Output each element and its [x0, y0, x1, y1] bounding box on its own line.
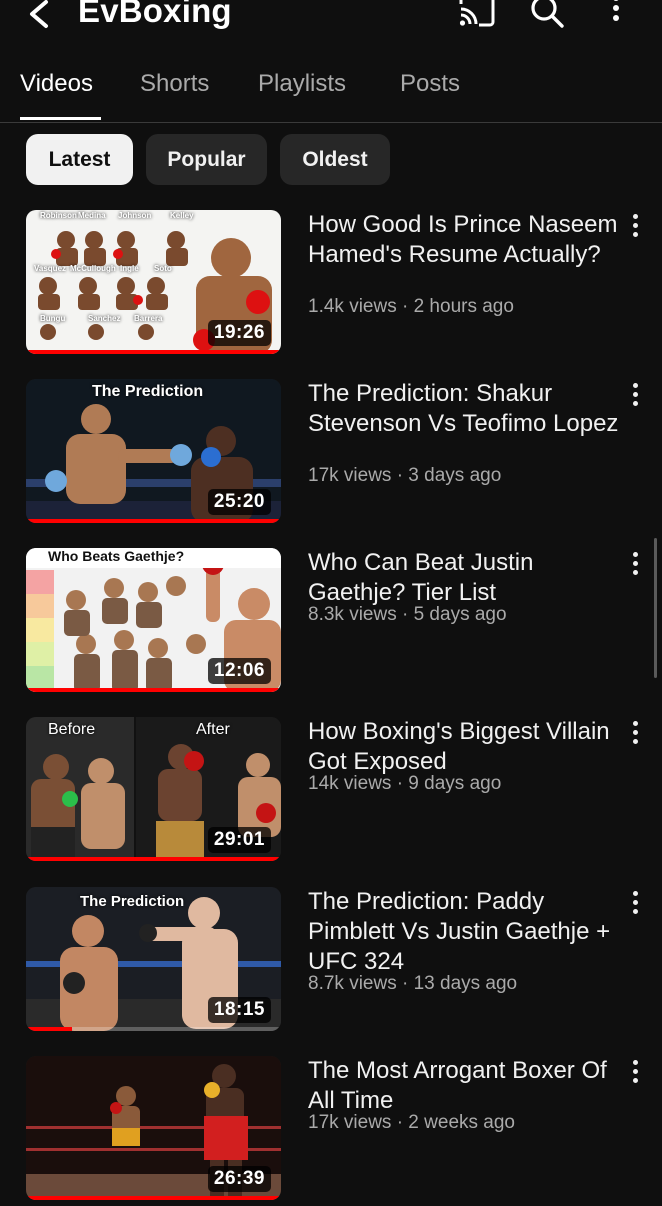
thumbnail-label: Kelley — [170, 211, 194, 220]
duration-badge: 29:01 — [207, 827, 271, 853]
filter-chip-latest[interactable]: Latest — [26, 134, 133, 185]
video-item[interactable]: Robinson Medina Johnson Kelley Vasquez M… — [0, 210, 662, 360]
video-more-icon[interactable] — [630, 214, 642, 240]
video-title[interactable]: How Good Is Prince Naseem Hamed's Resume… — [308, 210, 624, 270]
watch-progress-bar — [26, 1196, 281, 1200]
duration-badge: 26:39 — [207, 1166, 271, 1192]
video-thumbnail[interactable]: Before After 29:01 — [26, 717, 281, 861]
video-item[interactable]: The Prediction 25:20 The Prediction: Sha… — [0, 379, 662, 529]
scrollbar[interactable] — [654, 538, 657, 678]
tab-playlists[interactable]: Playlists — [258, 70, 346, 98]
video-thumbnail[interactable]: The Prediction 25:20 — [26, 379, 281, 523]
tab-shorts[interactable]: Shorts — [140, 70, 209, 98]
channel-tabs: Videos Shorts Playlists Posts — [0, 60, 662, 123]
thumbnail-label: Vasquez — [34, 264, 67, 273]
watch-progress-bar — [26, 688, 281, 692]
duration-badge: 25:20 — [207, 489, 271, 515]
thumbnail-label: Ingle — [120, 264, 139, 273]
tab-videos[interactable]: Videos — [20, 70, 93, 98]
video-thumbnail[interactable]: The Prediction 18:15 — [26, 887, 281, 1031]
thumbnail-label: Medina — [78, 211, 106, 220]
watch-progress-bar — [26, 350, 281, 354]
video-item[interactable]: Who Beats Gaethje? 12:06 Who Can Beat Ju… — [0, 548, 662, 698]
video-thumbnail[interactable]: 26:39 — [26, 1056, 281, 1200]
video-item[interactable]: Before After 29:01 How Boxing's Biggest … — [0, 717, 662, 867]
video-item[interactable]: 26:39 The Most Arrogant Boxer Of All Tim… — [0, 1056, 662, 1206]
video-meta: 17k views · 3 days ago — [308, 465, 502, 486]
thumbnail-label: Soto — [154, 264, 172, 273]
video-more-icon[interactable] — [630, 1060, 642, 1086]
video-meta: 8.3k views · 5 days ago — [308, 604, 507, 625]
video-more-icon[interactable] — [630, 721, 642, 747]
video-item[interactable]: The Prediction 18:15 The Prediction: Pad… — [0, 887, 662, 1037]
watch-progress-bar — [26, 857, 281, 861]
back-arrow-icon[interactable] — [22, 0, 56, 34]
thumbnail-label: After — [196, 721, 230, 738]
video-title[interactable]: The Most Arrogant Boxer Of All Time — [308, 1056, 624, 1116]
thumbnail-label: The Prediction — [92, 383, 204, 400]
more-vert-icon[interactable] — [606, 0, 626, 32]
video-more-icon[interactable] — [630, 383, 642, 409]
thumbnail-label: Barrera — [134, 314, 163, 323]
thumbnail-label: Robinson — [40, 211, 77, 220]
video-title[interactable]: How Boxing's Biggest Villain Got Exposed — [308, 717, 624, 777]
video-meta: 8.7k views · 13 days ago — [308, 973, 518, 994]
video-meta: 14k views · 9 days ago — [308, 773, 502, 794]
thumbnail-label: Bungu — [40, 314, 66, 323]
duration-badge: 18:15 — [207, 997, 271, 1023]
watch-progress-bar — [26, 519, 281, 523]
tab-posts[interactable]: Posts — [400, 70, 460, 98]
thumbnail-label: Sanchez — [88, 314, 121, 323]
thumbnail-label: The Prediction — [80, 893, 185, 910]
thumbnail-label: McCullough — [70, 264, 116, 273]
thumbnail-label: Before — [48, 721, 96, 738]
video-title[interactable]: The Prediction: Paddy Pimblett Vs Justin… — [308, 887, 624, 977]
top-app-bar: EvBoxing — [0, 0, 662, 40]
active-tab-indicator — [20, 117, 101, 120]
thumbnail-label: Johnson — [118, 211, 152, 220]
watch-progress-bar — [26, 1027, 72, 1031]
video-thumbnail[interactable]: Who Beats Gaethje? 12:06 — [26, 548, 281, 692]
duration-badge: 12:06 — [207, 658, 271, 684]
filter-chip-popular[interactable]: Popular — [146, 134, 267, 185]
thumbnail-label: Who Beats Gaethje? — [26, 548, 281, 568]
video-more-icon[interactable] — [630, 891, 642, 917]
video-meta: 1.4k views · 2 hours ago — [308, 296, 514, 317]
duration-badge: 19:26 — [207, 320, 271, 346]
channel-title: EvBoxing — [78, 0, 232, 29]
video-title[interactable]: The Prediction: Shakur Stevenson Vs Teof… — [308, 379, 624, 439]
filter-chip-oldest[interactable]: Oldest — [280, 134, 390, 185]
video-title[interactable]: Who Can Beat Justin Gaethje? Tier List — [308, 548, 624, 608]
video-more-icon[interactable] — [630, 552, 642, 578]
search-icon[interactable] — [528, 0, 566, 32]
video-meta: 17k views · 2 weeks ago — [308, 1112, 515, 1133]
video-thumbnail[interactable]: Robinson Medina Johnson Kelley Vasquez M… — [26, 210, 281, 354]
cast-icon[interactable] — [458, 0, 496, 32]
